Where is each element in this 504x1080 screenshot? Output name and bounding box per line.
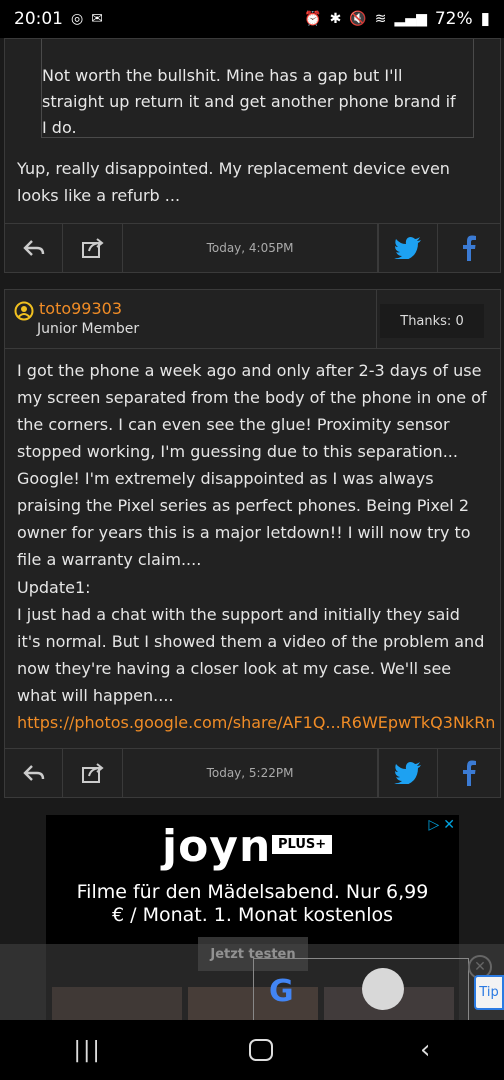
google-icon[interactable]: G <box>269 974 294 1009</box>
bluetooth-icon: ✱ <box>329 11 342 27</box>
ad-brand-logo: joyn <box>162 821 272 872</box>
user-avatar-icon <box>14 301 34 321</box>
system-nav-bar: ||| ‹ <box>0 1020 504 1080</box>
signal-icon: ▂▄▆ <box>394 11 427 27</box>
clock: 20:01 <box>14 9 63 29</box>
reply-button[interactable] <box>5 224 63 272</box>
speaker-device-icon <box>362 968 404 1010</box>
side-tab[interactable]: Tip <box>474 975 504 1010</box>
share-button[interactable] <box>63 224 123 272</box>
battery-percentage: 72% <box>434 9 473 29</box>
post-body: I got the phone a week ago and only afte… <box>17 361 487 569</box>
wifi-icon: ≋ <box>374 11 387 27</box>
ad-headline: Filme für den Mädelsabend. Nur 6,99 € / … <box>76 881 429 926</box>
recent-apps-button[interactable]: ||| <box>74 1038 102 1063</box>
twitter-icon <box>394 762 421 784</box>
post-timestamp: Today, 4:05PM <box>123 224 378 272</box>
ad-controls[interactable]: ▷ ✕ <box>428 817 455 833</box>
reply-icon <box>22 240 44 256</box>
adchoices-icon[interactable]: ▷ <box>428 817 439 833</box>
photo-link[interactable]: https://photos.google.com/share/AF1Q...R… <box>17 709 495 736</box>
facebook-icon <box>463 760 476 786</box>
twitter-icon <box>394 237 421 259</box>
post-action-bar: Today, 5:22PM <box>4 748 501 798</box>
post-timestamp: Today, 5:22PM <box>123 749 378 797</box>
home-button[interactable] <box>248 1039 273 1061</box>
facebook-icon <box>463 235 476 261</box>
user-role: Junior Member <box>37 321 140 337</box>
share-icon <box>81 763 104 783</box>
quote-text: Not worth the bullshit. Mine has a gap b… <box>42 66 456 137</box>
close-ad-icon[interactable]: ✕ <box>443 817 455 833</box>
ad-plus-badge: PLUS+ <box>272 835 333 854</box>
update-label: Update1: <box>17 578 91 597</box>
battery-icon: ▮ <box>480 9 490 29</box>
mail-icon: ✉ <box>91 11 103 27</box>
share-button[interactable] <box>63 749 123 797</box>
twitter-share-button[interactable] <box>378 749 438 797</box>
instagram-icon: ◎ <box>71 11 84 27</box>
username-link[interactable]: toto99303 <box>39 299 122 318</box>
update-body: I just had a chat with the support and i… <box>17 605 485 705</box>
reply-icon <box>22 765 44 781</box>
facebook-share-button[interactable] <box>438 224 500 272</box>
status-bar: 20:01 ◎ ✉ ⏰ ✱ 🔇 ≋ ▂▄▆ 72% ▮ <box>0 0 504 38</box>
post-header: toto99303 Junior Member Thanks: 0 <box>4 289 501 349</box>
mute-icon: 🔇 <box>349 11 367 27</box>
thanks-counter[interactable]: Thanks: 0 <box>380 304 484 338</box>
reply-button[interactable] <box>5 749 63 797</box>
twitter-share-button[interactable] <box>378 224 438 272</box>
back-button[interactable]: ‹ <box>420 1035 430 1065</box>
alarm-icon: ⏰ <box>304 11 322 27</box>
post-action-bar: Today, 4:05PM <box>4 223 501 273</box>
divider <box>376 290 377 348</box>
share-icon <box>81 238 104 258</box>
facebook-share-button[interactable] <box>438 749 500 797</box>
post-body: Yup, really disappointed. My replacement… <box>17 159 450 205</box>
